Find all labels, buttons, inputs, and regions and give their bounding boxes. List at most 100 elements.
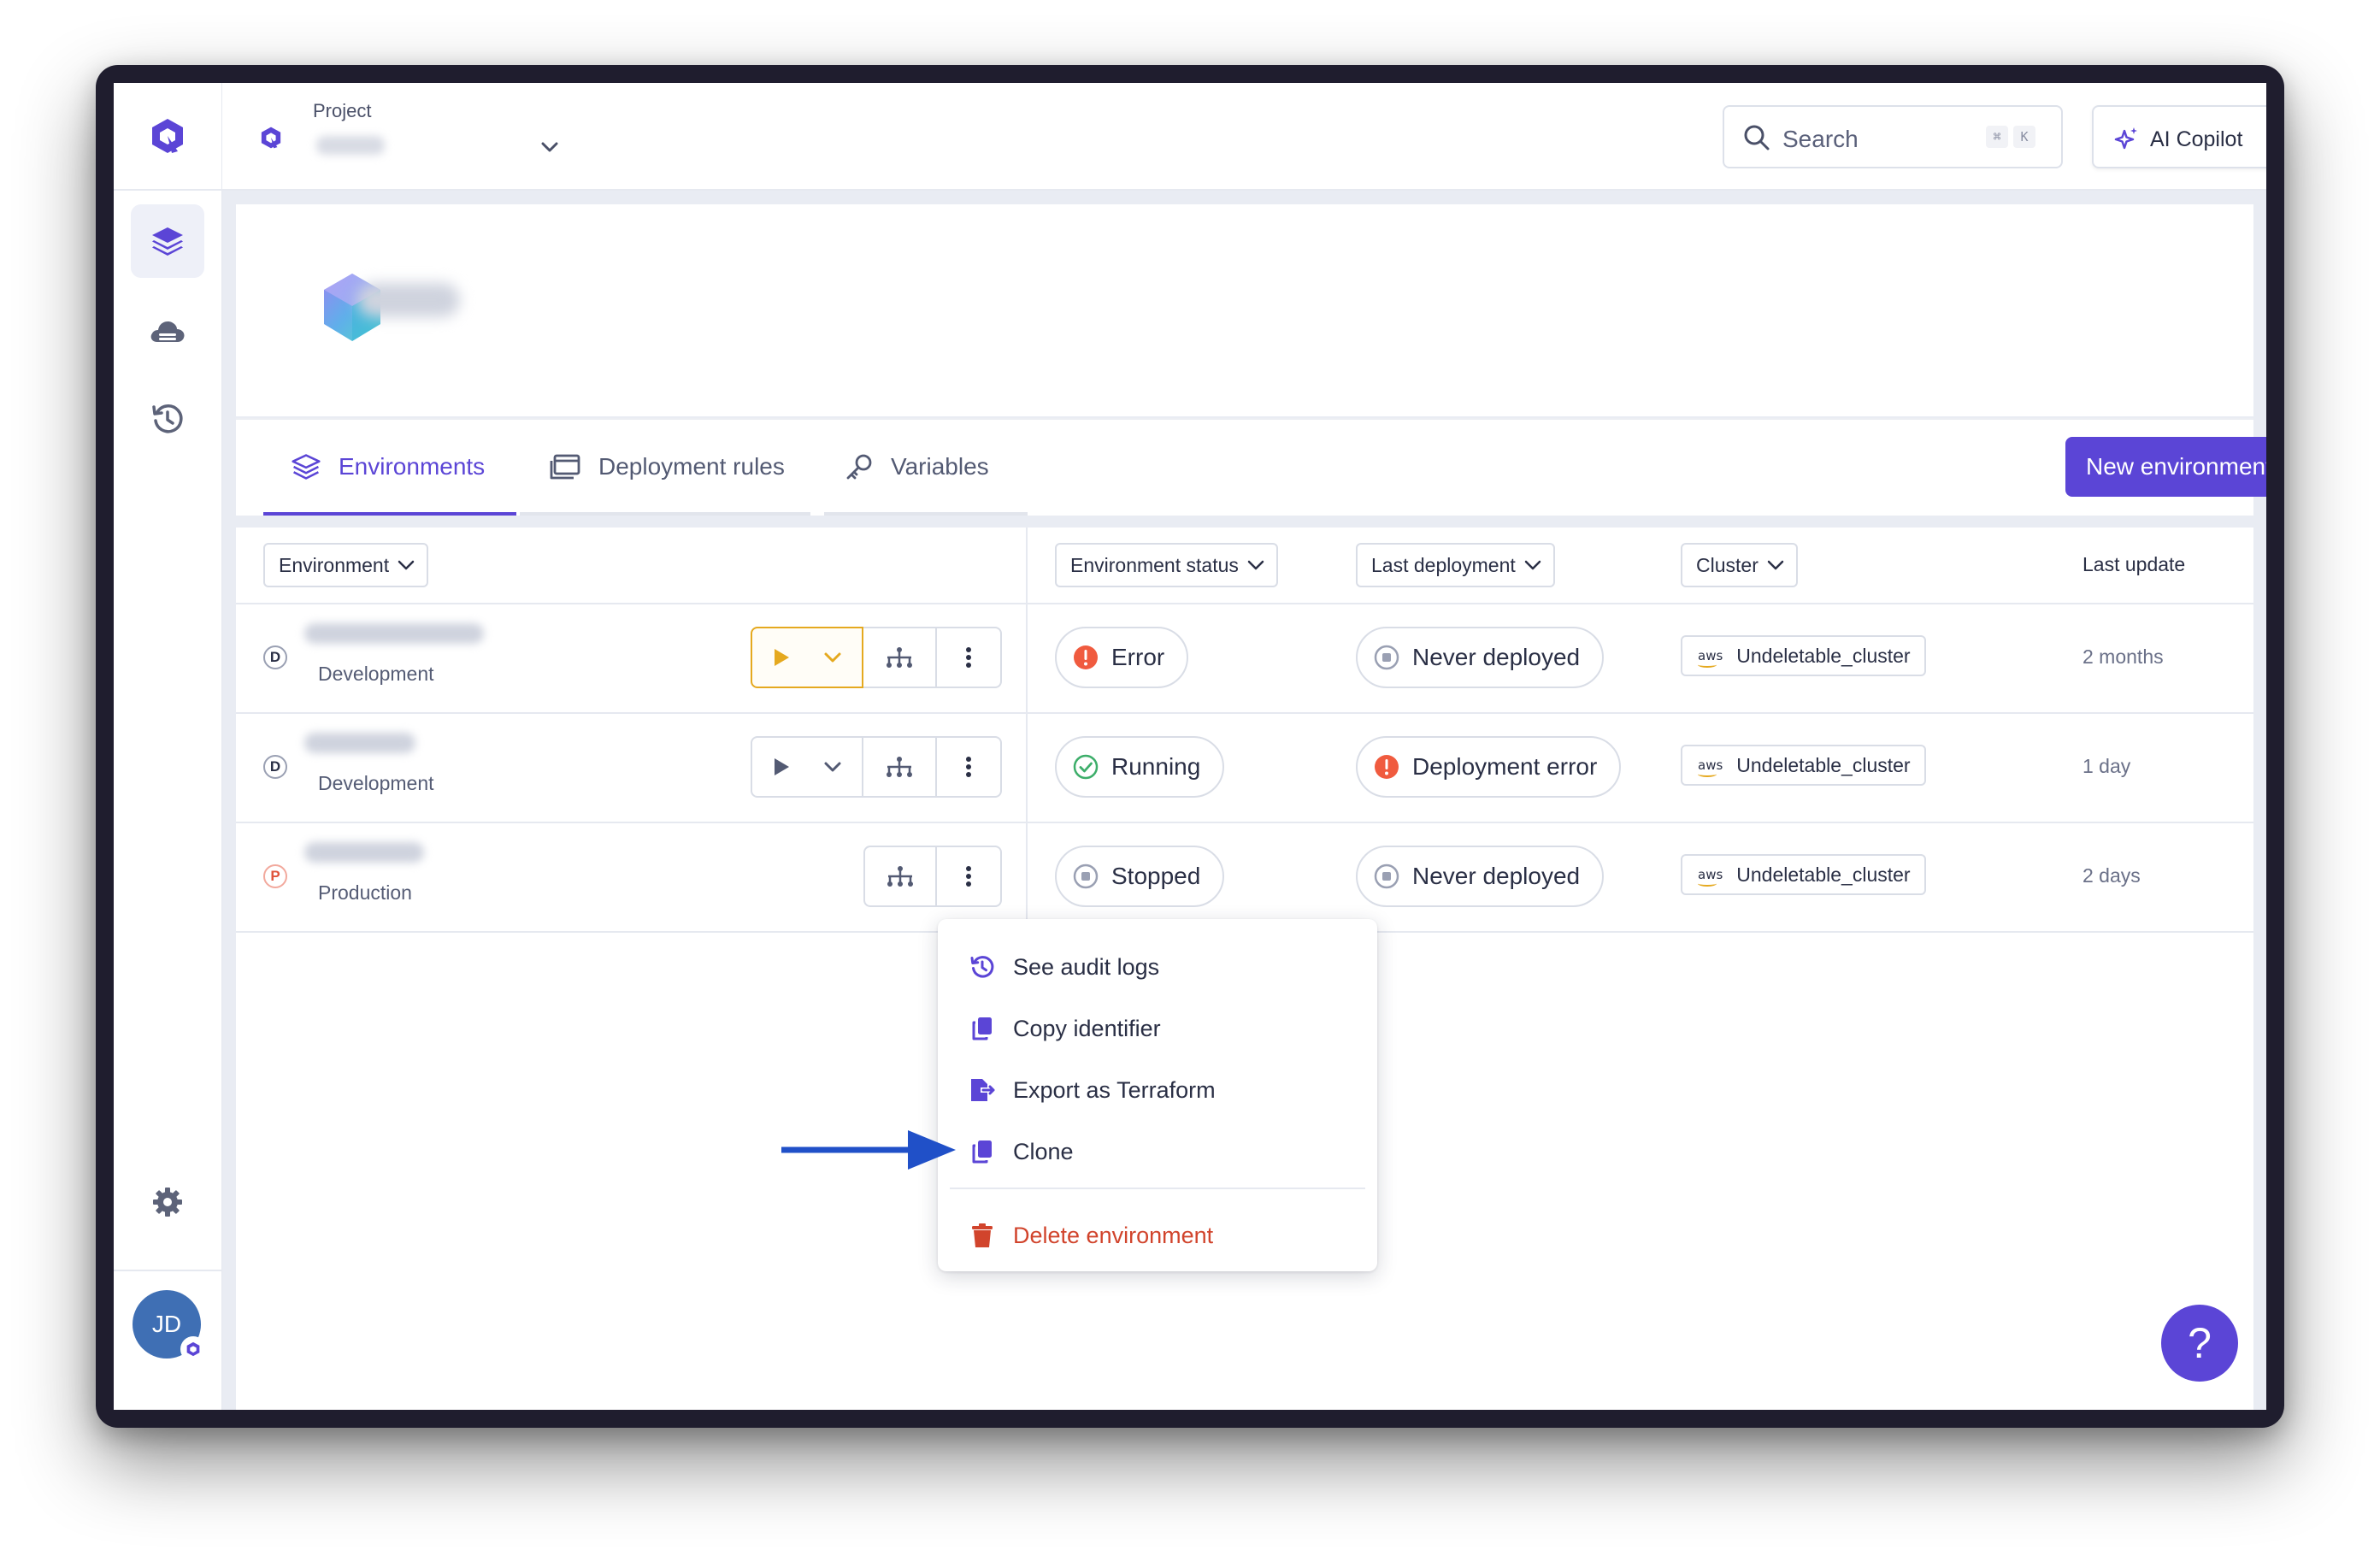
avatar[interactable]: JD: [133, 1290, 206, 1362]
more-options-button[interactable]: [937, 736, 1002, 798]
env-mode-badge: P: [263, 864, 287, 888]
settings-button[interactable]: [131, 1165, 204, 1239]
table-row[interactable]: P Production Stopped Never deployed aws …: [236, 822, 2253, 933]
deploy-button[interactable]: [751, 736, 863, 798]
app-logo[interactable]: [114, 83, 221, 191]
project-name-redacted[interactable]: [316, 136, 385, 155]
status-text: Error: [1111, 644, 1165, 670]
env-mode-badge: D: [263, 755, 287, 779]
last-deployment-badge: Never deployed: [1356, 846, 1605, 907]
project-name-redacted: [357, 283, 460, 317]
aws-logo-icon: aws: [1698, 757, 1723, 777]
cluster-badge[interactable]: aws Undeletable_cluster: [1681, 745, 1926, 786]
env-name-redacted: [304, 623, 484, 644]
status-badge: Running: [1055, 736, 1225, 798]
tab-bar: Environments Deployment rules Variables …: [236, 418, 2266, 516]
menu-item-clone[interactable]: Clone: [969, 1135, 1074, 1169]
key-icon: [846, 454, 872, 480]
table-header: Environment Environment status Last depl…: [236, 528, 2253, 604]
stopped-icon: [1073, 863, 1099, 889]
cloud-icon: [150, 321, 185, 342]
search-input[interactable]: Search ⌘ K: [1723, 105, 2063, 168]
status-badge: Stopped: [1055, 846, 1225, 907]
ai-copilot-label: AI Copilot: [2150, 127, 2243, 151]
sidebar-item-clusters[interactable]: [131, 293, 204, 367]
tab-environments[interactable]: Environments: [291, 420, 485, 514]
menu-item-delete-environment[interactable]: Delete environment: [969, 1218, 1213, 1252]
environment-context-menu: See audit logs Copy identifier Export as…: [938, 919, 1377, 1271]
chevron-down-icon[interactable]: [540, 141, 559, 153]
environment-filter[interactable]: Environment: [263, 543, 429, 587]
environment-status-filter[interactable]: Environment status: [1055, 543, 1278, 587]
last-deployment-filter[interactable]: Last deployment: [1356, 543, 1555, 587]
copy-icon: [972, 1140, 992, 1164]
project-logo-icon: [261, 127, 281, 149]
filter-label: Environment status: [1070, 553, 1239, 576]
aws-logo-icon: aws: [1698, 867, 1723, 887]
cluster-name: Undeletable_cluster: [1736, 863, 1911, 886]
chevron-down-icon: [398, 560, 415, 570]
shortcut-key: K: [2013, 126, 2035, 148]
play-icon: [775, 758, 789, 775]
table-row[interactable]: D Development: [236, 712, 2253, 823]
shortcut-key: ⌘: [1986, 126, 2008, 148]
tab-active-indicator: [263, 512, 516, 516]
chevron-down-icon: [824, 652, 841, 663]
copy-icon: [972, 1017, 992, 1040]
sidebar-divider: [114, 1270, 221, 1271]
sidebar-item-history[interactable]: [131, 382, 204, 456]
menu-item-audit-logs[interactable]: See audit logs: [969, 950, 1159, 984]
cluster-badge[interactable]: aws Undeletable_cluster: [1681, 854, 1926, 895]
service-graph-button[interactable]: [863, 627, 937, 688]
last-update-header: Last update: [2082, 553, 2186, 575]
menu-item-copy-identifier[interactable]: Copy identifier: [969, 1011, 1161, 1046]
search-icon: [1744, 125, 1770, 150]
sidebar: JD: [114, 83, 223, 1410]
tab-deployment-rules[interactable]: Deployment rules: [549, 420, 785, 514]
menu-item-label: See audit logs: [1013, 953, 1160, 980]
env-type: Development: [318, 772, 434, 794]
more-options-button[interactable]: [937, 846, 1002, 907]
status-badge: Error: [1055, 627, 1189, 688]
cluster-name: Undeletable_cluster: [1736, 644, 1911, 667]
qovery-logo-icon: [152, 119, 183, 153]
env-actions: [751, 736, 1002, 798]
history-icon: [152, 404, 183, 433]
sparkles-icon: [2114, 127, 2137, 150]
deploy-button[interactable]: [751, 627, 863, 688]
layers-icon: [152, 227, 183, 256]
env-actions: [863, 846, 1002, 907]
ai-copilot-button[interactable]: AI Copilot ⌘ i: [2092, 105, 2266, 168]
new-environment-button[interactable]: New environment: [2065, 437, 2266, 497]
chevron-down-icon: [1767, 560, 1784, 570]
project-label: Project: [313, 100, 372, 121]
cluster-badge[interactable]: aws Undeletable_cluster: [1681, 635, 1926, 676]
env-name-redacted: [304, 733, 415, 753]
project-hero: [236, 204, 2253, 416]
kebab-menu-icon: [966, 866, 971, 887]
service-graph-button[interactable]: [863, 736, 937, 798]
last-deployment-text: Never deployed: [1412, 863, 1581, 889]
cluster-filter[interactable]: Cluster: [1681, 543, 1798, 587]
menu-item-label: Clone: [1013, 1138, 1074, 1164]
last-update: 2 days: [2082, 864, 2141, 887]
last-deployment-text: Deployment error: [1412, 753, 1598, 780]
menu-item-label: Delete environment: [1013, 1222, 1214, 1248]
menu-item-label: Copy identifier: [1013, 1015, 1161, 1041]
more-options-button[interactable]: [937, 627, 1002, 688]
service-graph-button[interactable]: [863, 846, 937, 907]
env-type: Development: [318, 663, 434, 685]
filter-label: Last deployment: [1371, 553, 1516, 576]
sidebar-item-environments[interactable]: [131, 204, 204, 278]
tab-label: Deployment rules: [598, 453, 785, 480]
stopped-icon: [1374, 645, 1399, 670]
search-placeholder: Search: [1782, 126, 1859, 152]
last-deployment-badge: Never deployed: [1356, 627, 1605, 688]
tab-variables[interactable]: Variables: [845, 420, 989, 514]
qovery-logo-icon: [186, 1341, 200, 1357]
tab-label: Variables: [891, 453, 989, 480]
help-button[interactable]: ?: [2161, 1305, 2238, 1382]
gear-icon: [153, 1188, 182, 1217]
table-row[interactable]: D Development: [236, 603, 2253, 714]
menu-item-export-terraform[interactable]: Export as Terraform: [969, 1073, 1216, 1107]
